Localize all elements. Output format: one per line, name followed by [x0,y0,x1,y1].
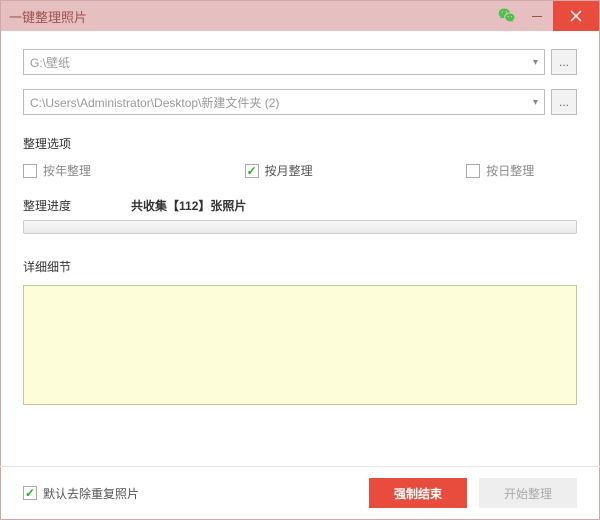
start-button: 开始整理 [479,478,577,508]
dest-path-combo[interactable]: C:\Users\Administrator\Desktop\新建文件夹 (2)… [23,89,545,115]
source-path-value: G:\壁纸 [30,54,70,71]
titlebar: 一键整理照片 [1,1,599,31]
option-by-day[interactable]: 按日整理 [466,162,534,179]
option-by-year[interactable]: 按年整理 [23,162,245,179]
wechat-icon[interactable] [493,1,521,31]
app-window: 一键整理照片 G:\壁纸 ▾ ... C:\Users\Administrato… [0,0,600,520]
option-by-month[interactable]: 按月整理 [245,162,467,179]
chevron-down-icon: ▾ [533,97,538,108]
dedupe-label: 默认去除重复照片 [43,485,139,502]
chevron-down-icon: ▾ [533,57,538,68]
dest-path-value: C:\Users\Administrator\Desktop\新建文件夹 (2) [30,94,279,111]
checkbox-by-year[interactable] [23,164,37,178]
detail-box [23,285,577,405]
progress-status: 共收集【112】张照片 [131,197,246,214]
close-button[interactable] [553,1,599,31]
dedupe-option[interactable]: 默认去除重复照片 [23,485,139,502]
browse-source-button[interactable]: ... [551,49,577,75]
checkbox-by-month[interactable] [245,164,259,178]
minimize-button[interactable] [521,1,553,31]
footer: 默认去除重复照片 强制结束 开始整理 [1,467,599,519]
force-stop-button[interactable]: 强制结束 [369,478,467,508]
detail-label: 详细细节 [23,258,577,275]
progress-bar [23,220,577,234]
options-label: 整理选项 [23,135,577,152]
window-title: 一键整理照片 [9,7,87,26]
option-by-month-label: 按月整理 [265,162,313,179]
browse-dest-button[interactable]: ... [551,89,577,115]
source-path-combo[interactable]: G:\壁纸 ▾ [23,49,545,75]
option-by-year-label: 按年整理 [43,162,91,179]
option-by-day-label: 按日整理 [486,162,534,179]
options-row: 按年整理 按月整理 按日整理 [23,162,577,179]
checkbox-dedupe[interactable] [23,486,37,500]
content-area: G:\壁纸 ▾ ... C:\Users\Administrator\Deskt… [1,31,599,466]
progress-label: 整理进度 [23,197,71,214]
checkbox-by-day[interactable] [466,164,480,178]
